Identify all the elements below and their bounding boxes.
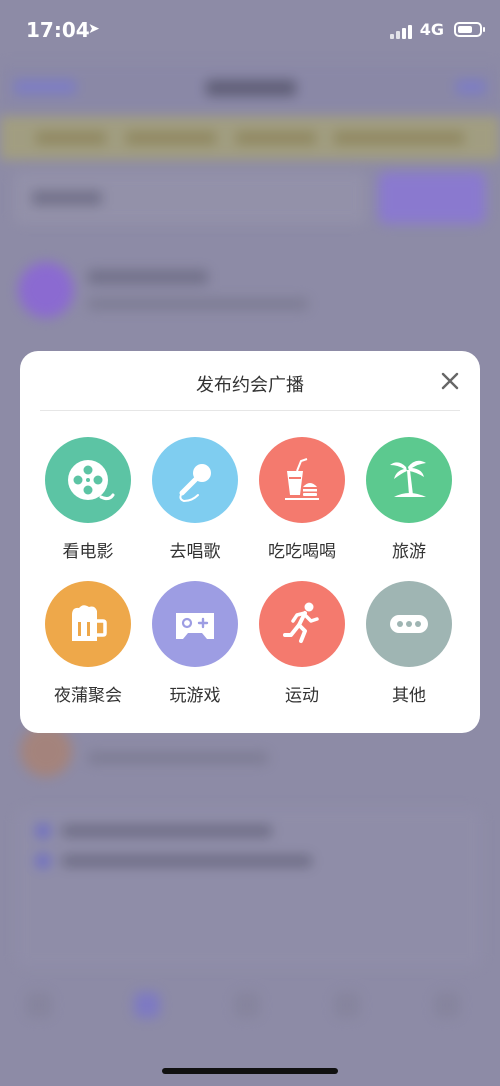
category-label: 其他: [392, 686, 426, 706]
category-label: 去唱歌: [169, 542, 221, 562]
battery-icon: [454, 22, 485, 37]
search-box: [14, 172, 366, 224]
nav-left-link: [14, 80, 76, 94]
category-karaoke[interactable]: 去唱歌: [145, 437, 245, 562]
signal-icon: [390, 25, 416, 39]
category-movie[interactable]: 看电影: [38, 437, 138, 562]
tab-bar: [0, 980, 500, 1050]
user-name: [88, 270, 208, 284]
gamepad-icon: [152, 581, 238, 667]
broadcast-card: [16, 808, 482, 968]
category-label: 看电影: [62, 542, 114, 562]
nav-title: [206, 80, 296, 96]
nav-right-link: [456, 80, 486, 94]
avatar: [18, 262, 74, 318]
home-indicator: [162, 1068, 338, 1074]
more-dots-icon: [366, 581, 452, 667]
user-info: [88, 752, 268, 764]
category-other[interactable]: 其他: [359, 581, 459, 706]
user-info: [88, 298, 308, 310]
category-label: 运动: [285, 686, 319, 706]
nav-bar: [0, 64, 500, 112]
divider: [40, 410, 460, 411]
film-reel-icon: [45, 437, 131, 523]
category-label: 吃吃喝喝: [268, 542, 336, 562]
network-type: 4G: [419, 20, 444, 39]
dialog-title: 发布约会广播: [196, 375, 304, 396]
category-food[interactable]: 吃吃喝喝: [252, 437, 352, 562]
food-drink-icon: [259, 437, 345, 523]
category-label: 玩游戏: [169, 686, 221, 706]
status-bar: 17:04 ➤ 4G: [0, 0, 500, 60]
notice-banner: [0, 116, 500, 160]
status-time: 17:04: [26, 18, 90, 42]
beer-mug-icon: [45, 581, 131, 667]
category-label: 旅游: [392, 542, 426, 562]
search-button: [378, 172, 486, 224]
palm-tree-icon: [366, 437, 452, 523]
location-arrow-icon: ➤: [88, 21, 100, 37]
publish-date-broadcast-dialog: 发布约会广播 看电影 去唱歌 吃吃喝喝 旅游 夜蒲聚会 玩游戏 运动 其他: [20, 351, 480, 733]
category-label: 夜蒲聚会: [54, 686, 122, 706]
category-nightlife[interactable]: 夜蒲聚会: [38, 581, 138, 706]
close-icon[interactable]: [438, 369, 462, 393]
category-sports[interactable]: 运动: [252, 581, 352, 706]
microphone-icon: [152, 437, 238, 523]
category-travel[interactable]: 旅游: [359, 437, 459, 562]
running-person-icon: [259, 581, 345, 667]
category-games[interactable]: 玩游戏: [145, 581, 245, 706]
